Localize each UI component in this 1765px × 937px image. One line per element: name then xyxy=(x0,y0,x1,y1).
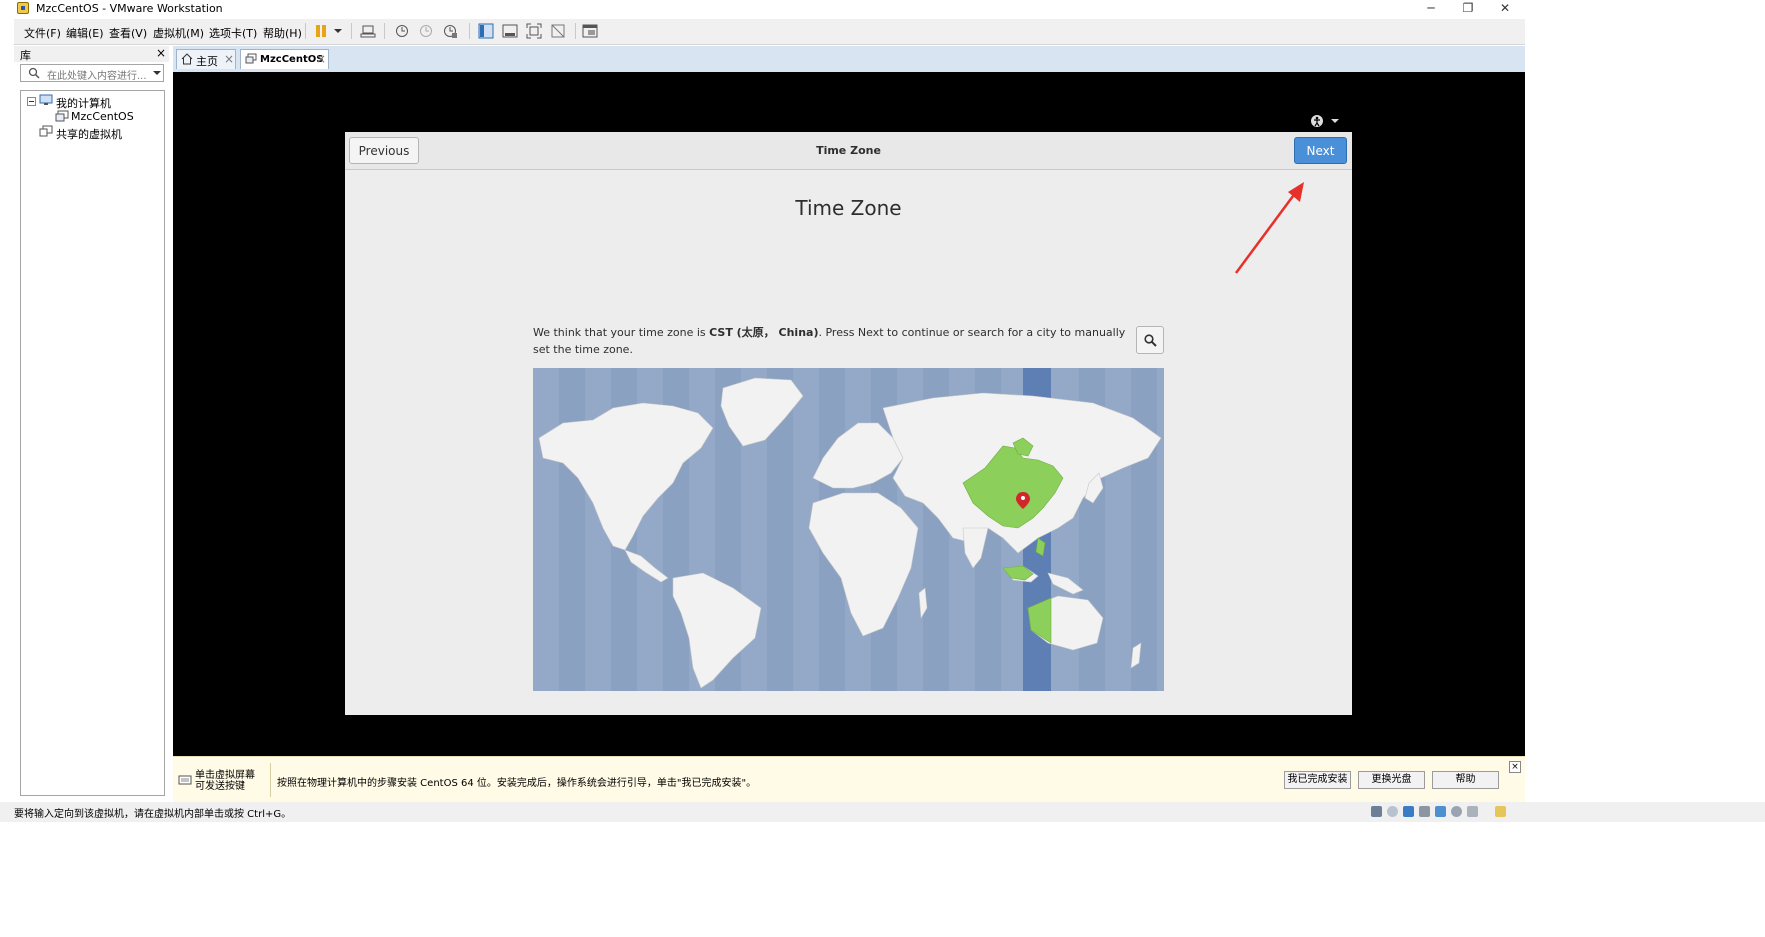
timezone-info-text: We think that your time zone is CST (太原，… xyxy=(533,324,1128,358)
menu-vm[interactable]: 虚拟机(M) xyxy=(153,25,204,41)
home-icon xyxy=(181,53,193,68)
shared-vm-icon xyxy=(39,125,53,140)
next-button[interactable]: Next xyxy=(1294,137,1347,164)
world-map[interactable] xyxy=(533,368,1164,691)
chevron-down-icon[interactable] xyxy=(152,68,162,81)
menu-file[interactable]: 文件(F) xyxy=(24,25,61,41)
toolbar-separator xyxy=(351,23,352,39)
display-icon[interactable] xyxy=(1467,806,1478,817)
window-title: MzcCentOS - VMware Workstation xyxy=(36,2,223,15)
menu-tabs[interactable]: 选项卡(T) xyxy=(209,25,257,41)
hint-click-screen: 单击虚拟屏幕 可发送按键 xyxy=(195,770,255,792)
library-tree: 我的计算机 MzcCentOS 共享的虚拟机 xyxy=(20,90,165,796)
detected-timezone: CST (太原， China) xyxy=(709,326,819,339)
hard-disk-icon[interactable] xyxy=(1371,806,1382,817)
page-title: Time Zone xyxy=(795,196,902,220)
status-text: 要将输入定向到该虚拟机，请在虚拟机内部单击或按 Ctrl+G。 xyxy=(14,809,292,820)
help-button[interactable]: 帮助 xyxy=(1432,771,1499,789)
message-log-icon[interactable] xyxy=(1495,806,1506,817)
snapshot-manager-icon[interactable] xyxy=(442,23,458,39)
send-keys-icon[interactable] xyxy=(360,23,376,39)
search-icon xyxy=(1144,334,1157,350)
tab-home-label: 主页 xyxy=(196,55,218,68)
pause-icon[interactable] xyxy=(314,23,330,39)
console-view-icon[interactable] xyxy=(582,23,598,39)
install-hint-bar: 单击虚拟屏幕 可发送按键 按照在物理计算机中的步骤安装 CentOS 64 位。… xyxy=(173,756,1525,803)
tab-close-icon[interactable]: × xyxy=(316,52,326,66)
bottom-blank-area xyxy=(0,822,1765,937)
library-close-icon[interactable]: × xyxy=(156,46,166,60)
tree-item-my-computer[interactable]: 我的计算机 xyxy=(56,95,111,111)
tree-item-shared-vms[interactable]: 共享的虚拟机 xyxy=(56,126,122,142)
tab-mzccentos-label: MzcCentOS xyxy=(260,54,324,65)
install-instructions: 按照在物理计算机中的步骤安装 CentOS 64 位。安装完成后，操作系统会进行… xyxy=(277,778,757,789)
close-icon[interactable]: ✕ xyxy=(1490,0,1520,18)
show-library-icon[interactable] xyxy=(478,23,494,39)
toolbar-separator xyxy=(575,23,576,39)
minimize-icon[interactable]: ─ xyxy=(1416,0,1446,18)
timezone-info-prefix: We think that your time zone is xyxy=(533,326,710,339)
network-adapter-icon[interactable] xyxy=(1403,806,1414,817)
tree-item-vm[interactable]: MzcCentOS xyxy=(71,110,134,123)
toolbar-separator xyxy=(305,23,306,39)
usb-controller-icon[interactable] xyxy=(1419,806,1430,817)
menu-help[interactable]: 帮助(H) xyxy=(263,25,302,41)
installer-header: Time Zone Previous Next xyxy=(345,132,1352,170)
library-search-input[interactable]: 在此处键入内容进行... xyxy=(20,64,164,82)
menu-edit[interactable]: 编辑(E) xyxy=(66,25,104,41)
timezone-map[interactable] xyxy=(533,368,1164,691)
tab-mzccentos[interactable]: MzcCentOS × xyxy=(240,49,329,69)
printer-icon[interactable] xyxy=(1451,806,1462,817)
menu-view[interactable]: 查看(V) xyxy=(109,25,147,41)
computer-icon xyxy=(39,94,53,109)
tree-collapse-icon[interactable] xyxy=(27,96,36,109)
library-title: 库 xyxy=(20,49,31,62)
vm-icon xyxy=(245,53,257,68)
installer-header-title: Time Zone xyxy=(816,144,881,157)
city-search-button[interactable] xyxy=(1136,326,1164,354)
vm-icon xyxy=(55,110,69,125)
library-search-placeholder: 在此处键入内容进行... xyxy=(47,71,147,82)
change-disc-button[interactable]: 更换光盘 xyxy=(1358,771,1425,789)
tab-close-icon[interactable]: × xyxy=(224,52,234,66)
tab-strip: 主页 × MzcCentOS × xyxy=(173,46,1525,72)
fullscreen-icon[interactable] xyxy=(526,23,542,39)
chevron-down-icon[interactable] xyxy=(330,23,346,39)
hint-close-icon[interactable]: × xyxy=(1509,761,1521,773)
hint-line-1: 单击虚拟屏幕 xyxy=(195,770,255,781)
library-header: 库 × xyxy=(14,46,169,62)
unity-mode-icon[interactable] xyxy=(550,23,566,39)
window-titlebar: MzcCentOS - VMware Workstation ─ ❐ ✕ xyxy=(0,0,1765,18)
annotation-arrow xyxy=(1230,178,1310,281)
previous-button[interactable]: Previous xyxy=(349,137,419,164)
accessibility-icon[interactable] xyxy=(1310,114,1342,131)
vmware-app-icon xyxy=(17,2,29,14)
search-icon xyxy=(28,67,40,82)
cd-dvd-icon[interactable] xyxy=(1387,806,1398,817)
installer-dialog: Time Zone Previous Next Time Zone We thi… xyxy=(345,132,1352,715)
hint-line-2: 可发送按键 xyxy=(195,781,245,792)
snapshot-icon[interactable] xyxy=(394,23,410,39)
status-bar: 要将输入定向到该虚拟机，请在虚拟机内部单击或按 Ctrl+G。 xyxy=(0,802,1765,822)
tab-home[interactable]: 主页 × xyxy=(176,49,236,69)
sound-card-icon[interactable] xyxy=(1435,806,1446,817)
thumbnail-bar-icon[interactable] xyxy=(502,23,518,39)
menu-bar: 文件(F) 编辑(E) 查看(V) 虚拟机(M) 选项卡(T) 帮助(H) xyxy=(14,19,1525,45)
hint-separator xyxy=(270,763,271,797)
finished-install-button[interactable]: 我已完成安装 xyxy=(1284,771,1351,789)
revert-snapshot-icon[interactable] xyxy=(418,23,434,39)
keyboard-icon xyxy=(178,774,192,789)
toolbar-separator xyxy=(384,23,385,39)
restore-icon[interactable]: ❐ xyxy=(1453,0,1483,18)
toolbar-separator xyxy=(469,23,470,39)
